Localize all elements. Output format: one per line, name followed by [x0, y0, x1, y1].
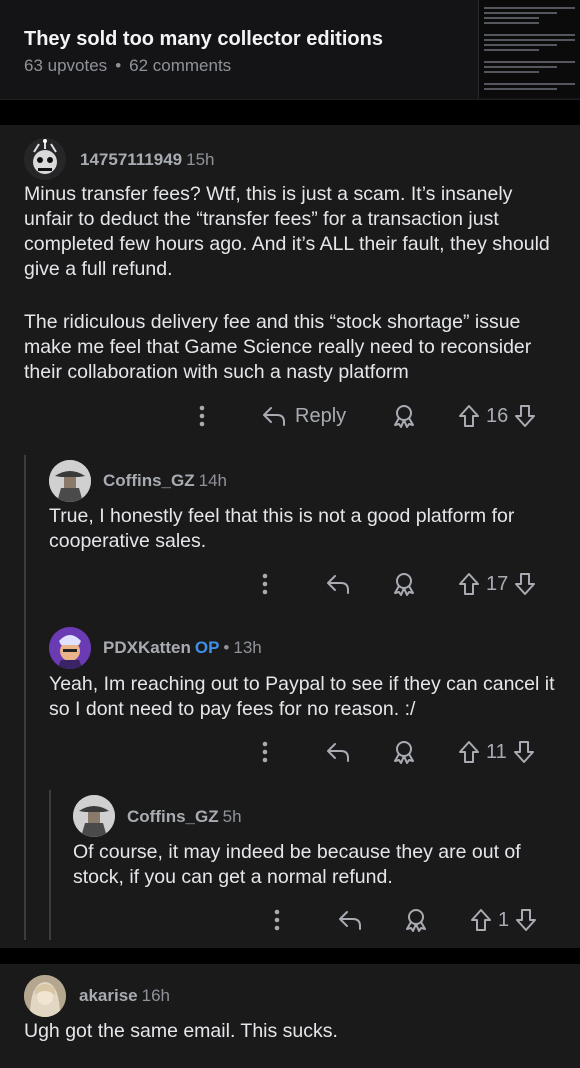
op-badge: OP: [194, 638, 220, 657]
post-thumbnail[interactable]: [478, 0, 580, 98]
award-icon: [391, 571, 417, 597]
comment-actions: 11: [0, 737, 580, 767]
more-options-button[interactable]: [260, 569, 270, 599]
comment-age: 5h: [222, 807, 242, 826]
thread-line[interactable]: [24, 455, 26, 940]
post-meta: 63 upvotes • 62 comments: [24, 56, 231, 76]
vote-control: 16: [458, 401, 536, 431]
upvote-icon[interactable]: [458, 404, 480, 428]
post-header: They sold too many collector editions 63…: [0, 0, 580, 100]
reply-icon: [337, 909, 363, 931]
comment-body: Yeah, Im reaching out to Paypal to see i…: [49, 673, 555, 720]
comment-author[interactable]: PDXKatten OP • 13h: [103, 638, 262, 658]
score: 17: [486, 572, 509, 595]
comment-thread: 14757111949 15h Minus transfer fees? Wtf,…: [0, 125, 580, 948]
comment-body: Minus transfer fees? Wtf, this is just a…: [24, 183, 550, 280]
avatar[interactable]: [24, 975, 66, 1017]
comment-count[interactable]: 62 comments: [129, 56, 231, 75]
avatar[interactable]: [49, 627, 91, 669]
downvote-icon[interactable]: [513, 740, 535, 764]
reply-icon: [325, 573, 351, 595]
avatar[interactable]: [73, 795, 115, 837]
thread-separator: [0, 948, 580, 964]
comment-actions: 17: [0, 569, 580, 599]
comment-body: Of course, it may indeed be because they…: [73, 841, 521, 888]
downvote-icon[interactable]: [514, 404, 536, 428]
comment-age: 13h: [233, 638, 262, 657]
more-options-button[interactable]: [260, 737, 270, 767]
score: 11: [486, 740, 507, 763]
reply-button[interactable]: [325, 569, 351, 599]
comment-age: 15h: [186, 150, 215, 169]
post-title[interactable]: They sold too many collector editions: [24, 28, 383, 51]
upvote-icon[interactable]: [458, 740, 480, 764]
vote-control: 1: [470, 905, 537, 935]
more-options-button[interactable]: [197, 401, 207, 431]
award-icon: [403, 907, 429, 933]
comment-age: 16h: [141, 986, 170, 1005]
downvote-icon[interactable]: [514, 572, 536, 596]
more-icon: [272, 905, 282, 935]
score: 1: [498, 908, 510, 931]
more-icon: [197, 401, 207, 431]
comment-author[interactable]: akarise 16h: [79, 986, 170, 1006]
award-icon: [391, 739, 417, 765]
comment-actions: 1: [0, 905, 580, 935]
upvote-icon[interactable]: [470, 908, 492, 932]
reply-button[interactable]: [325, 737, 351, 767]
award-icon: [391, 403, 417, 429]
reply-icon: [261, 405, 287, 427]
avatar[interactable]: [24, 138, 66, 180]
award-button[interactable]: [403, 905, 429, 935]
comment-author[interactable]: 14757111949 15h: [80, 150, 215, 170]
award-button[interactable]: [391, 737, 417, 767]
more-icon: [260, 569, 270, 599]
reply-button[interactable]: [337, 905, 363, 935]
comment-body: True, I honestly feel that this is not a…: [49, 505, 515, 552]
comment-actions: Reply 16: [0, 401, 580, 431]
more-icon: [260, 737, 270, 767]
score: 16: [486, 404, 509, 427]
award-button[interactable]: [391, 401, 417, 431]
comment-age: 14h: [198, 471, 227, 490]
avatar[interactable]: [49, 460, 91, 502]
reply-label: Reply: [295, 404, 347, 427]
vote-control: 17: [458, 569, 536, 599]
meta-separator: •: [223, 638, 230, 657]
reply-icon: [325, 741, 351, 763]
comment-thread: akarise 16h Ugh got the same email. This …: [0, 964, 580, 1068]
comment-body-paragraph: The ridiculous delivery fee and this “st…: [24, 311, 532, 383]
vote-control: 11: [458, 737, 535, 767]
upvote-icon[interactable]: [458, 572, 480, 596]
award-button[interactable]: [391, 569, 417, 599]
comment-author[interactable]: Coffins_GZ 5h: [127, 807, 242, 827]
downvote-icon[interactable]: [515, 908, 537, 932]
reply-button[interactable]: Reply: [261, 401, 346, 431]
comment-author[interactable]: Coffins_GZ 14h: [103, 471, 227, 491]
meta-separator: •: [115, 56, 122, 75]
upvote-count: 63 upvotes: [24, 56, 108, 75]
comment-body: Ugh got the same email. This sucks.: [24, 1020, 338, 1042]
more-options-button[interactable]: [272, 905, 282, 935]
